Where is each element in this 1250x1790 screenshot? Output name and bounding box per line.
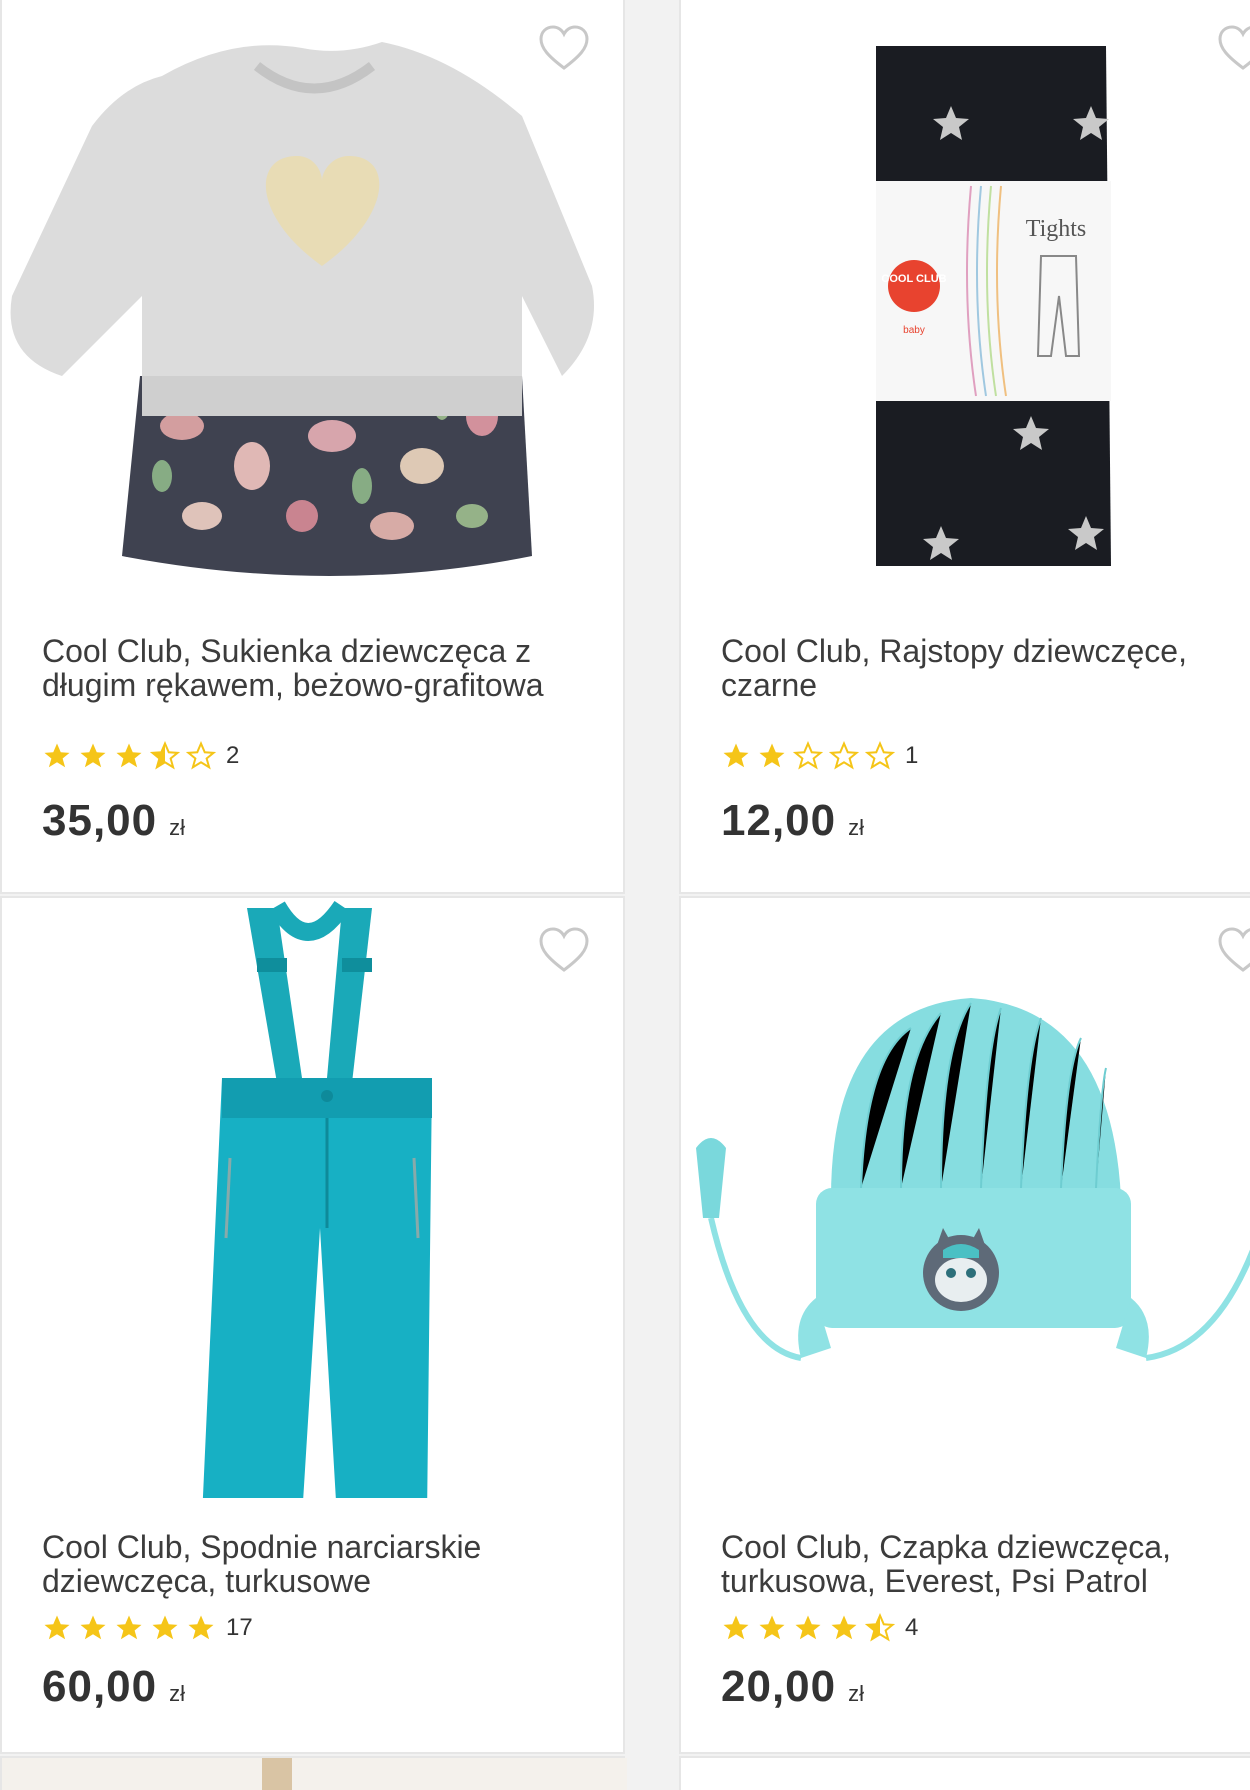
product-grid: Cool Club, Sukienka dziewczęca z długim … bbox=[0, 0, 1250, 1790]
star-full-icon bbox=[759, 743, 785, 768]
rating-count: 17 bbox=[226, 1614, 253, 1641]
product-title[interactable]: Cool Club, Czapka dziewczęca, turkusowa,… bbox=[721, 1530, 1250, 1598]
product-title[interactable]: Cool Club, Rajstopy dziewczęce, czarne bbox=[721, 634, 1250, 702]
star-full-icon bbox=[44, 743, 70, 768]
package-brand-text: COOL CLUB bbox=[881, 273, 946, 285]
favorite-heart-icon[interactable] bbox=[1217, 926, 1250, 974]
star-full-icon bbox=[116, 743, 142, 768]
star-full-icon bbox=[80, 1615, 106, 1640]
star-full-icon bbox=[723, 743, 749, 768]
product-price: 60,00 zł bbox=[42, 1662, 185, 1712]
product-card[interactable]: Cool Club, Czapka dziewczęca, turkusowa,… bbox=[679, 896, 1250, 1754]
product-title[interactable]: Cool Club, Sukienka dziewczęca z długim … bbox=[42, 634, 582, 702]
package-brand-sub: baby bbox=[903, 325, 925, 336]
product-rating: 1 bbox=[721, 740, 918, 772]
favorite-heart-icon[interactable] bbox=[538, 926, 590, 974]
star-full-icon bbox=[80, 743, 106, 768]
product-title[interactable]: Cool Club, Spodnie narciarskie dziewczęc… bbox=[42, 1530, 582, 1598]
star-full-icon bbox=[831, 1615, 857, 1640]
product-rating: 17 bbox=[42, 1612, 253, 1644]
star-full-icon bbox=[759, 1615, 785, 1640]
price-currency: zł bbox=[169, 1681, 185, 1706]
star-empty-icon bbox=[865, 741, 895, 770]
dress-image[interactable] bbox=[2, 0, 623, 596]
price-value: 35,00 bbox=[42, 796, 158, 845]
star-full-icon bbox=[795, 1615, 821, 1640]
product-price: 20,00 zł bbox=[721, 1662, 864, 1712]
tights-image[interactable]: COOL CLUB baby Tights bbox=[681, 0, 1250, 596]
star-empty-icon bbox=[186, 741, 216, 770]
rating-count: 2 bbox=[226, 742, 240, 769]
product-rating: 2 bbox=[42, 740, 239, 772]
price-currency: zł bbox=[169, 815, 185, 840]
star-empty-icon bbox=[793, 741, 823, 770]
hat-image[interactable] bbox=[681, 898, 1250, 1498]
ski-pants-image[interactable] bbox=[2, 898, 623, 1498]
product-card[interactable] bbox=[679, 1756, 1250, 1790]
price-value: 20,00 bbox=[721, 1662, 837, 1711]
star-half-icon bbox=[150, 741, 180, 770]
price-currency: zł bbox=[848, 1681, 864, 1706]
price-value: 12,00 bbox=[721, 796, 837, 845]
favorite-heart-icon[interactable] bbox=[1217, 24, 1250, 72]
price-value: 60,00 bbox=[42, 1662, 158, 1711]
product-card[interactable] bbox=[0, 1756, 627, 1790]
product-image-partial bbox=[2, 1758, 627, 1790]
product-price: 12,00 zł bbox=[721, 796, 864, 846]
star-full-icon bbox=[188, 1615, 214, 1640]
product-card[interactable]: Cool Club, Sukienka dziewczęca z długim … bbox=[0, 0, 625, 894]
package-label: Tights bbox=[1026, 216, 1087, 242]
star-full-icon bbox=[44, 1615, 70, 1640]
favorite-heart-icon[interactable] bbox=[538, 24, 590, 72]
star-empty-icon bbox=[829, 741, 859, 770]
product-price: 35,00 zł bbox=[42, 796, 185, 846]
star-full-icon bbox=[116, 1615, 142, 1640]
rating-count: 1 bbox=[905, 742, 919, 769]
star-full-icon bbox=[152, 1615, 178, 1640]
product-card[interactable]: Cool Club, Spodnie narciarskie dziewczęc… bbox=[0, 896, 625, 1754]
star-half-icon bbox=[865, 1613, 895, 1642]
star-full-icon bbox=[723, 1615, 749, 1640]
product-rating: 4 bbox=[721, 1612, 918, 1644]
rating-count: 4 bbox=[905, 1614, 919, 1641]
price-currency: zł bbox=[848, 815, 864, 840]
product-card[interactable]: COOL CLUB baby Tights Cool Club, Rajstop… bbox=[679, 0, 1250, 894]
